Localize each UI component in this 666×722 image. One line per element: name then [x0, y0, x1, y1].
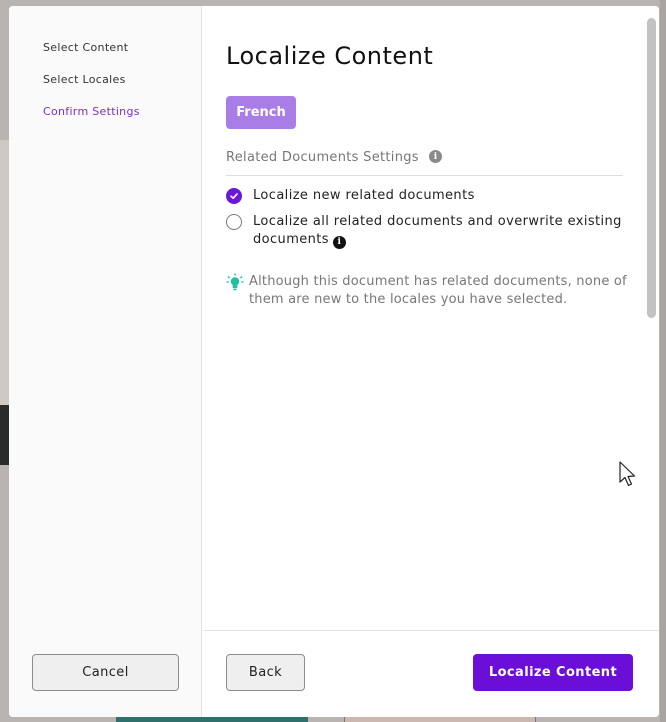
- step-confirm-settings[interactable]: Confirm Settings: [43, 105, 140, 118]
- main-panel: Localize Content French Related Document…: [203, 6, 659, 717]
- section-label: Related Documents Settings: [226, 150, 419, 165]
- radio-label-localize-all-text: Localize all related documents and overw…: [253, 214, 622, 247]
- tip-text: Although this document has related docum…: [249, 274, 627, 307]
- radio-label-localize-new[interactable]: Localize new related documents: [253, 187, 475, 205]
- radio-localize-new[interactable]: [226, 188, 242, 204]
- footer-divider: [203, 630, 659, 631]
- back-button[interactable]: Back: [226, 654, 305, 691]
- backdrop-strip: [0, 140, 9, 410]
- divider: [226, 175, 623, 176]
- backdrop-dark-block: [0, 405, 9, 465]
- backdrop-right-strip: [660, 0, 666, 722]
- page-title: Localize Content: [226, 42, 434, 70]
- cursor-icon: [619, 461, 636, 487]
- scrollbar[interactable]: [647, 18, 656, 318]
- localize-modal: Select Content Select Locales Confirm Se…: [9, 6, 659, 717]
- localize-content-button[interactable]: Localize Content: [473, 654, 633, 691]
- step-select-content[interactable]: Select Content: [43, 41, 128, 54]
- step-select-locales[interactable]: Select Locales: [43, 73, 126, 86]
- info-icon[interactable]: i: [332, 235, 346, 249]
- radio-label-localize-all[interactable]: Localize all related documents and overw…: [253, 213, 633, 249]
- radio-localize-all[interactable]: [226, 214, 242, 230]
- check-icon: [230, 193, 238, 199]
- cancel-button[interactable]: Cancel: [32, 654, 179, 691]
- locale-chip-french[interactable]: French: [226, 96, 296, 129]
- steps-sidebar: Select Content Select Locales Confirm Se…: [9, 6, 202, 717]
- lightbulb-icon: [226, 273, 244, 291]
- info-icon[interactable]: i: [429, 150, 442, 163]
